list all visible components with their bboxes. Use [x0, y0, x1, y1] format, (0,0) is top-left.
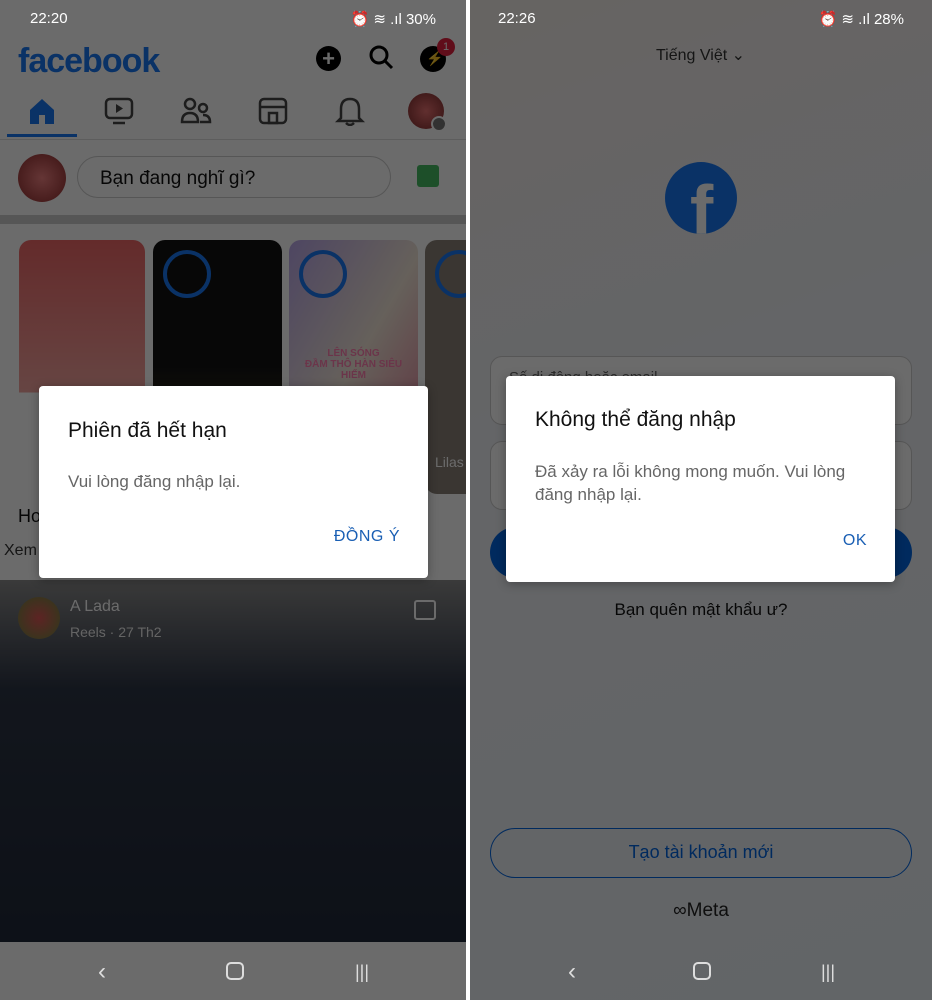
meta-logo: ∞Meta: [470, 900, 932, 922]
agree-button[interactable]: ĐỒNG Ý: [334, 528, 400, 546]
pip-icon[interactable]: [414, 600, 436, 620]
status-battery: ⏰ ≋ .ıl 30%: [350, 11, 436, 28]
tab-friends[interactable]: [180, 96, 212, 126]
section-link[interactable]: Xem: [4, 542, 37, 560]
facebook-logo: f: [665, 162, 737, 234]
tab-menu[interactable]: [408, 93, 447, 132]
facebook-logo: facebook: [18, 42, 160, 80]
meta-label: Meta: [686, 900, 729, 921]
facebook-login-screen: Tiếng Việt ⌄ f Số di động hoặc email Bạn…: [470, 0, 932, 1000]
status-time: 22:20: [30, 10, 68, 27]
system-nav-bar: ‹ |||: [0, 940, 466, 1000]
language-label: Tiếng Việt: [656, 47, 728, 64]
profile-menu-icon: [431, 116, 447, 132]
dialog-message: Vui lòng đăng nhập lại.: [68, 472, 241, 491]
recents-icon[interactable]: |||: [821, 962, 835, 983]
meta-infinity-icon: ∞: [673, 900, 687, 921]
story-card[interactable]: Lilas: [425, 240, 466, 494]
create-account-button[interactable]: Tạo tài khoản mới: [490, 828, 912, 878]
divider: [0, 215, 466, 224]
session-expired-dialog: Phiên đã hết hạn Vui lòng đăng nhập lại.…: [39, 386, 428, 578]
tab-notifications[interactable]: [334, 96, 366, 127]
create-account-label: Tạo tài khoản mới: [628, 842, 774, 862]
chevron-down-icon: ⌄: [731, 47, 746, 64]
dialog-title: Không thể đăng nhập: [535, 408, 736, 431]
photo-button[interactable]: [417, 165, 439, 187]
home-icon: [30, 99, 54, 124]
tab-home[interactable]: [26, 96, 58, 126]
section-title: Ho: [18, 506, 42, 526]
friends-icon: [180, 97, 212, 124]
composer-placeholder: Bạn đang nghĩ gì?: [100, 168, 256, 189]
post-avatar[interactable]: [18, 597, 60, 639]
marketplace-icon: [258, 97, 288, 125]
story-caption: LÊN SÓNG ĐẦM THÔ HÀN SIÊU HIẾM: [304, 348, 403, 381]
tab-video[interactable]: [103, 96, 135, 126]
status-time: 22:26: [498, 10, 536, 27]
video-icon: [104, 97, 134, 125]
composer-input[interactable]: Bạn đang nghĩ gì?: [77, 156, 391, 198]
search-icon: [369, 45, 394, 70]
tab-marketplace[interactable]: [257, 96, 289, 126]
home-nav-icon[interactable]: [693, 962, 711, 980]
dialog-title: Phiên đã hết hạn: [68, 419, 227, 442]
recents-icon[interactable]: |||: [355, 962, 369, 983]
post-meta: Reels · 27 Th2: [70, 624, 162, 640]
language-selector[interactable]: Tiếng Việt ⌄: [656, 45, 745, 65]
messenger-badge: 1: [437, 38, 455, 56]
login-error-dialog: Không thể đăng nhập Đã xảy ra lỗi không …: [506, 376, 895, 582]
ok-button[interactable]: OK: [843, 532, 867, 550]
forgot-password-link[interactable]: Bạn quên mật khẩu ư?: [470, 600, 932, 620]
back-icon[interactable]: ‹: [568, 958, 576, 986]
home-nav-icon[interactable]: [226, 962, 244, 980]
back-icon[interactable]: ‹: [98, 958, 106, 986]
story-name: Lilas: [435, 454, 464, 470]
create-button[interactable]: +: [316, 46, 341, 71]
active-tab-indicator: [7, 134, 77, 137]
dialog-message: Đã xảy ra lỗi không mong muốn. Vui lòng …: [535, 462, 846, 504]
status-battery: ⏰ ≋ .ıl 28%: [818, 11, 904, 28]
system-nav-bar: ‹ |||: [470, 940, 932, 1000]
plus-icon: +: [322, 46, 335, 71]
post-author[interactable]: A Lada: [70, 598, 120, 616]
facebook-feed-screen: facebook + ⚡ 1 Bạn đang nghĩ gì? LÊN SÓN…: [0, 0, 466, 1000]
avatar[interactable]: [18, 154, 66, 202]
divider: [0, 139, 466, 140]
search-button[interactable]: [368, 44, 394, 70]
bell-icon: [334, 97, 366, 127]
